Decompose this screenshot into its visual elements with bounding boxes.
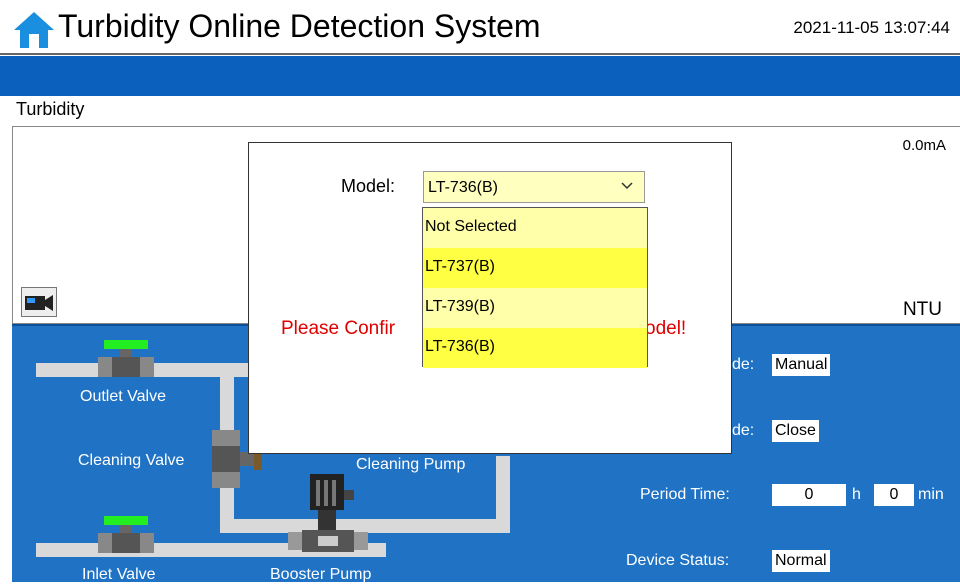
period-h-unit: h (852, 486, 861, 503)
mode2-value[interactable]: Close (772, 420, 819, 442)
mode-value[interactable]: Manual (772, 354, 831, 376)
outlet-valve-label: Outlet Valve (80, 388, 166, 405)
period-min-unit: min (918, 486, 944, 503)
current-reading: 0.0mA (902, 137, 946, 154)
period-time-label: Period Time: (640, 486, 730, 503)
dropdown-option[interactable]: LT-736(B) (423, 328, 647, 368)
home-icon[interactable] (12, 10, 56, 50)
chevron-down-icon (621, 182, 633, 190)
booster-pump-icon[interactable] (288, 474, 368, 556)
title-bar: Turbidity Online Detection System 2021-1… (0, 0, 960, 55)
camera-button[interactable] (21, 287, 57, 317)
confirm-message-left: Please Confir (281, 318, 396, 339)
datetime-display: 2021-11-05 13:07:44 (793, 18, 950, 37)
model-select[interactable]: LT-736(B) (423, 171, 645, 203)
mode2-label: de: (732, 422, 755, 439)
nav-bar (0, 56, 960, 96)
model-select-value: LT-736(B) (428, 179, 498, 196)
cleaning-valve-label: Cleaning Valve (78, 452, 185, 469)
model-dropdown-list: Not Selected LT-737(B) LT-739(B) LT-736(… (422, 207, 648, 368)
confirm-message-right: odel! (645, 318, 687, 339)
dropdown-option[interactable]: Not Selected (423, 208, 647, 248)
outlet-valve-icon[interactable] (98, 340, 154, 382)
dropdown-option[interactable]: LT-737(B) (423, 248, 647, 288)
device-status-label: Device Status: (626, 552, 730, 569)
unit-label: NTU (902, 299, 942, 320)
app-title: Turbidity Online Detection System (58, 8, 541, 44)
device-status-value: Normal (772, 550, 830, 572)
inlet-valve-icon[interactable] (98, 516, 154, 558)
section-title: Turbidity (16, 99, 85, 119)
inlet-valve-label: Inlet Valve (82, 566, 156, 583)
camera-icon (25, 295, 53, 311)
outlet-pipe (36, 363, 276, 377)
right-pipe (496, 456, 510, 533)
dropdown-option[interactable]: LT-739(B) (423, 288, 647, 328)
period-minutes-input[interactable]: 0 (874, 484, 914, 506)
mode-label: de: (732, 356, 755, 373)
period-hours-input[interactable]: 0 (772, 484, 846, 506)
booster-pump-label: Booster Pump (270, 566, 372, 583)
model-label: Model: (341, 176, 396, 196)
cleaning-pump-label: Cleaning Pump (356, 456, 466, 473)
